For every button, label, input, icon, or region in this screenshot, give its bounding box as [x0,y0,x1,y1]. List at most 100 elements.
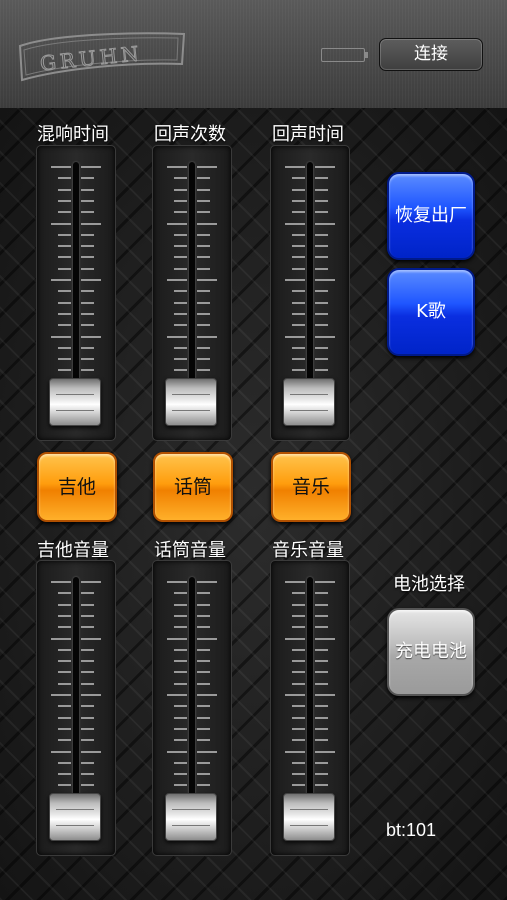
slider-tick [51,166,71,168]
echo-time-slider[interactable] [270,145,350,441]
slider-tick [315,369,328,372]
slider-tick [285,581,305,583]
music-volume-slider[interactable] [270,560,350,856]
slider-tick [174,614,187,617]
slider-tick [51,279,71,281]
slider-tick [292,290,305,293]
slider-tick [315,177,328,180]
slider-tick [58,199,71,202]
slider-tick [197,660,210,663]
factory-reset-button[interactable]: 恢复出厂 [387,172,475,260]
slider-tick [58,727,71,730]
slider-tick [174,716,187,719]
slider-tick [315,188,328,191]
slider-tick [315,716,328,719]
slider-tick [285,335,305,338]
connect-button[interactable]: 连接 [379,38,483,71]
slider-tick [174,188,187,191]
slider-tick [174,682,187,685]
slider-tick [58,324,71,327]
slider-tick [81,312,94,315]
rechargeable-battery-button[interactable]: 充电电池 [387,608,475,696]
slider-thumb[interactable] [283,378,335,426]
slider-tick [174,705,187,708]
slider-tick [315,705,328,708]
gruhn-logo: GRUHN [14,24,190,94]
slider-tick [292,346,305,349]
slider-tick [197,245,210,248]
slider-tick [51,750,71,753]
slider-tick [58,592,71,595]
slider-tick [292,188,305,191]
music-button[interactable]: 音乐 [271,452,351,522]
slider-tick [197,199,210,202]
slider-tick [174,603,187,606]
guitar-button[interactable]: 吉他 [37,452,117,522]
echo-time-label: 回声时间 [272,124,344,145]
slider-tick [315,648,328,651]
slider-tick [315,324,328,327]
slider-tick [81,245,94,248]
slider-tick [292,660,305,663]
microphone-volume-label: 话筒音量 [154,540,226,561]
slider-tick [285,750,305,753]
slider-tick [197,716,210,719]
slider-tick [58,211,71,214]
slider-tick [81,267,94,270]
slider-tick [197,705,210,708]
slider-tick [292,626,305,629]
slider-tick [81,750,101,753]
microphone-volume-slider[interactable] [152,560,232,856]
slider-tick [285,166,305,168]
slider-tick [315,245,328,248]
slider-tick [315,626,328,629]
slider-tick [292,245,305,248]
slider-tick [197,739,210,742]
slider-tick [197,626,210,629]
echo-count-slider[interactable] [152,145,232,441]
slider-tick [81,761,94,764]
slider-tick [58,290,71,293]
slider-tick [197,166,217,168]
slider-tick [197,773,210,776]
slider-tick [174,256,187,259]
slider-tick [285,279,305,281]
slider-tick [174,648,187,651]
slider-tick [315,290,328,293]
slider-tick [197,290,210,293]
slider-tick [197,233,210,236]
slider-tick [197,324,210,327]
slider-tick [58,188,71,191]
slider-tick [81,290,94,293]
slider-tick [58,245,71,248]
reverb-time-slider[interactable] [36,145,116,441]
slider-tick [292,592,305,595]
slider-tick [51,581,71,583]
slider-tick [58,614,71,617]
slider-thumb[interactable] [283,793,335,841]
slider-tick [51,335,71,338]
slider-tick [315,592,328,595]
karaoke-button[interactable]: K歌 [387,268,475,356]
slider-tick [174,739,187,742]
slider-tick [174,369,187,372]
slider-tick [174,761,187,764]
slider-thumb[interactable] [165,378,217,426]
slider-tick [315,166,335,168]
slider-tick [174,660,187,663]
slider-thumb[interactable] [165,793,217,841]
slider-tick [315,256,328,259]
svg-text:GRUHN: GRUHN [39,41,144,76]
slider-tick [197,335,217,338]
slider-tick [81,773,94,776]
slider-thumb[interactable] [49,793,101,841]
slider-tick [315,222,335,225]
slider-tick [292,671,305,674]
guitar-volume-slider[interactable] [36,560,116,856]
slider-thumb[interactable] [49,378,101,426]
slider-tick [197,671,210,674]
microphone-button[interactable]: 话筒 [153,452,233,522]
slider-tick [174,199,187,202]
slider-tick [174,592,187,595]
slider-tick [167,581,187,583]
